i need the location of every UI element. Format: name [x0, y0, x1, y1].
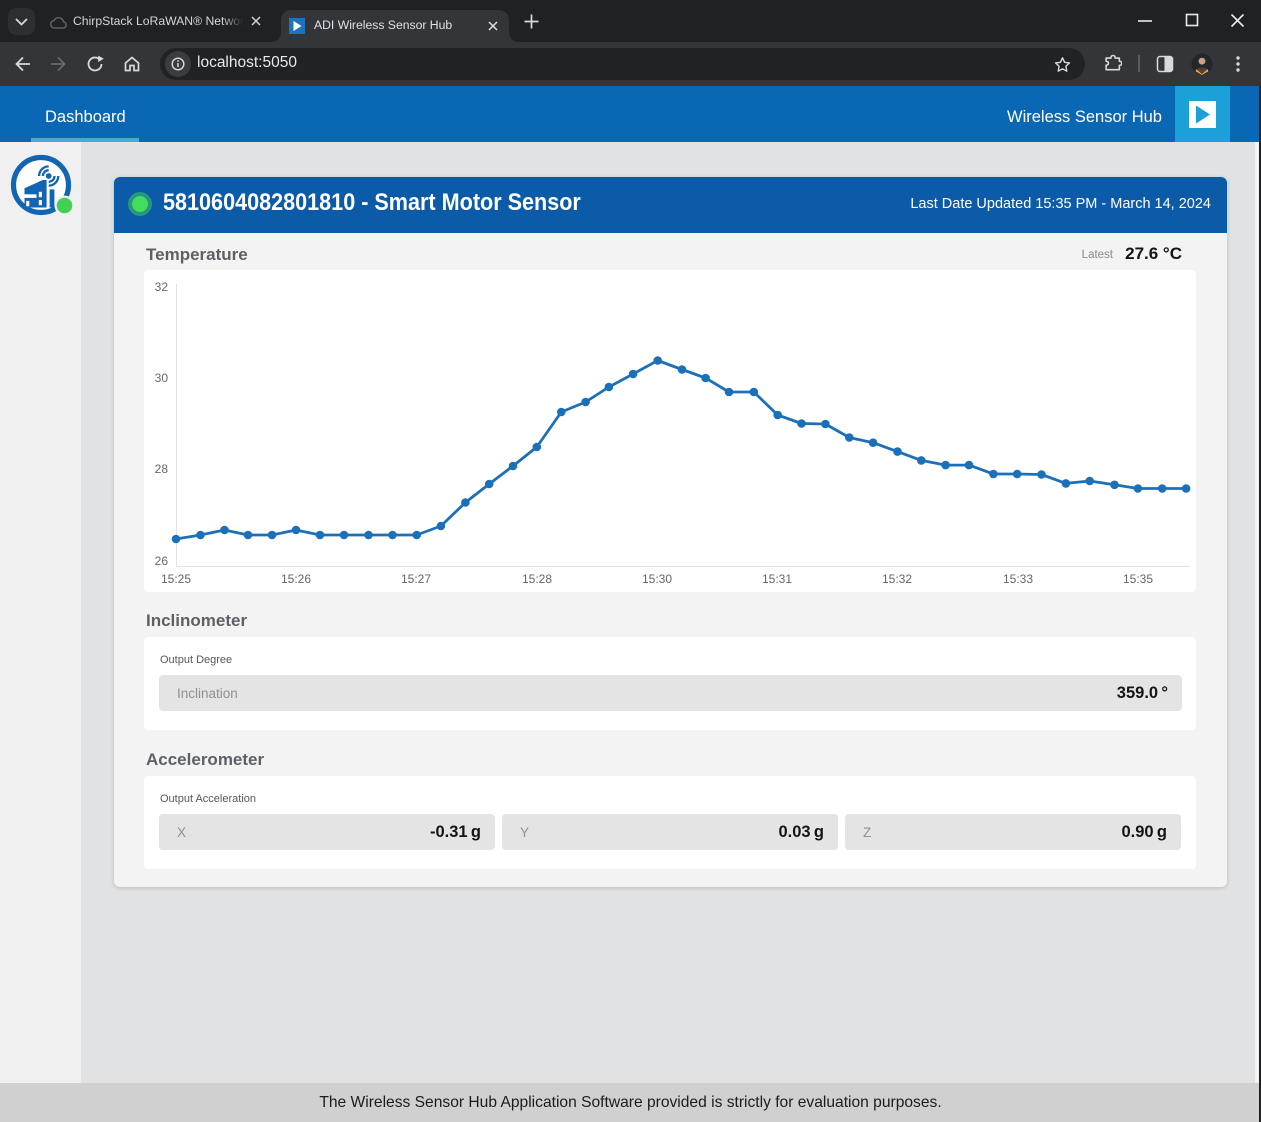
svg-text:15:27: 15:27 [401, 572, 431, 586]
svg-text:15:25: 15:25 [161, 572, 191, 586]
svg-text:15:30: 15:30 [642, 572, 672, 586]
svg-text:15:32: 15:32 [882, 572, 912, 586]
svg-text:26: 26 [155, 554, 169, 568]
svg-text:28: 28 [155, 462, 169, 476]
svg-text:15:35: 15:35 [1123, 572, 1153, 586]
svg-text:32: 32 [155, 280, 169, 294]
svg-text:30: 30 [155, 371, 169, 385]
svg-text:15:28: 15:28 [522, 572, 552, 586]
svg-text:15:33: 15:33 [1003, 572, 1033, 586]
svg-text:15:26: 15:26 [281, 572, 311, 586]
svg-text:15:31: 15:31 [762, 572, 792, 586]
